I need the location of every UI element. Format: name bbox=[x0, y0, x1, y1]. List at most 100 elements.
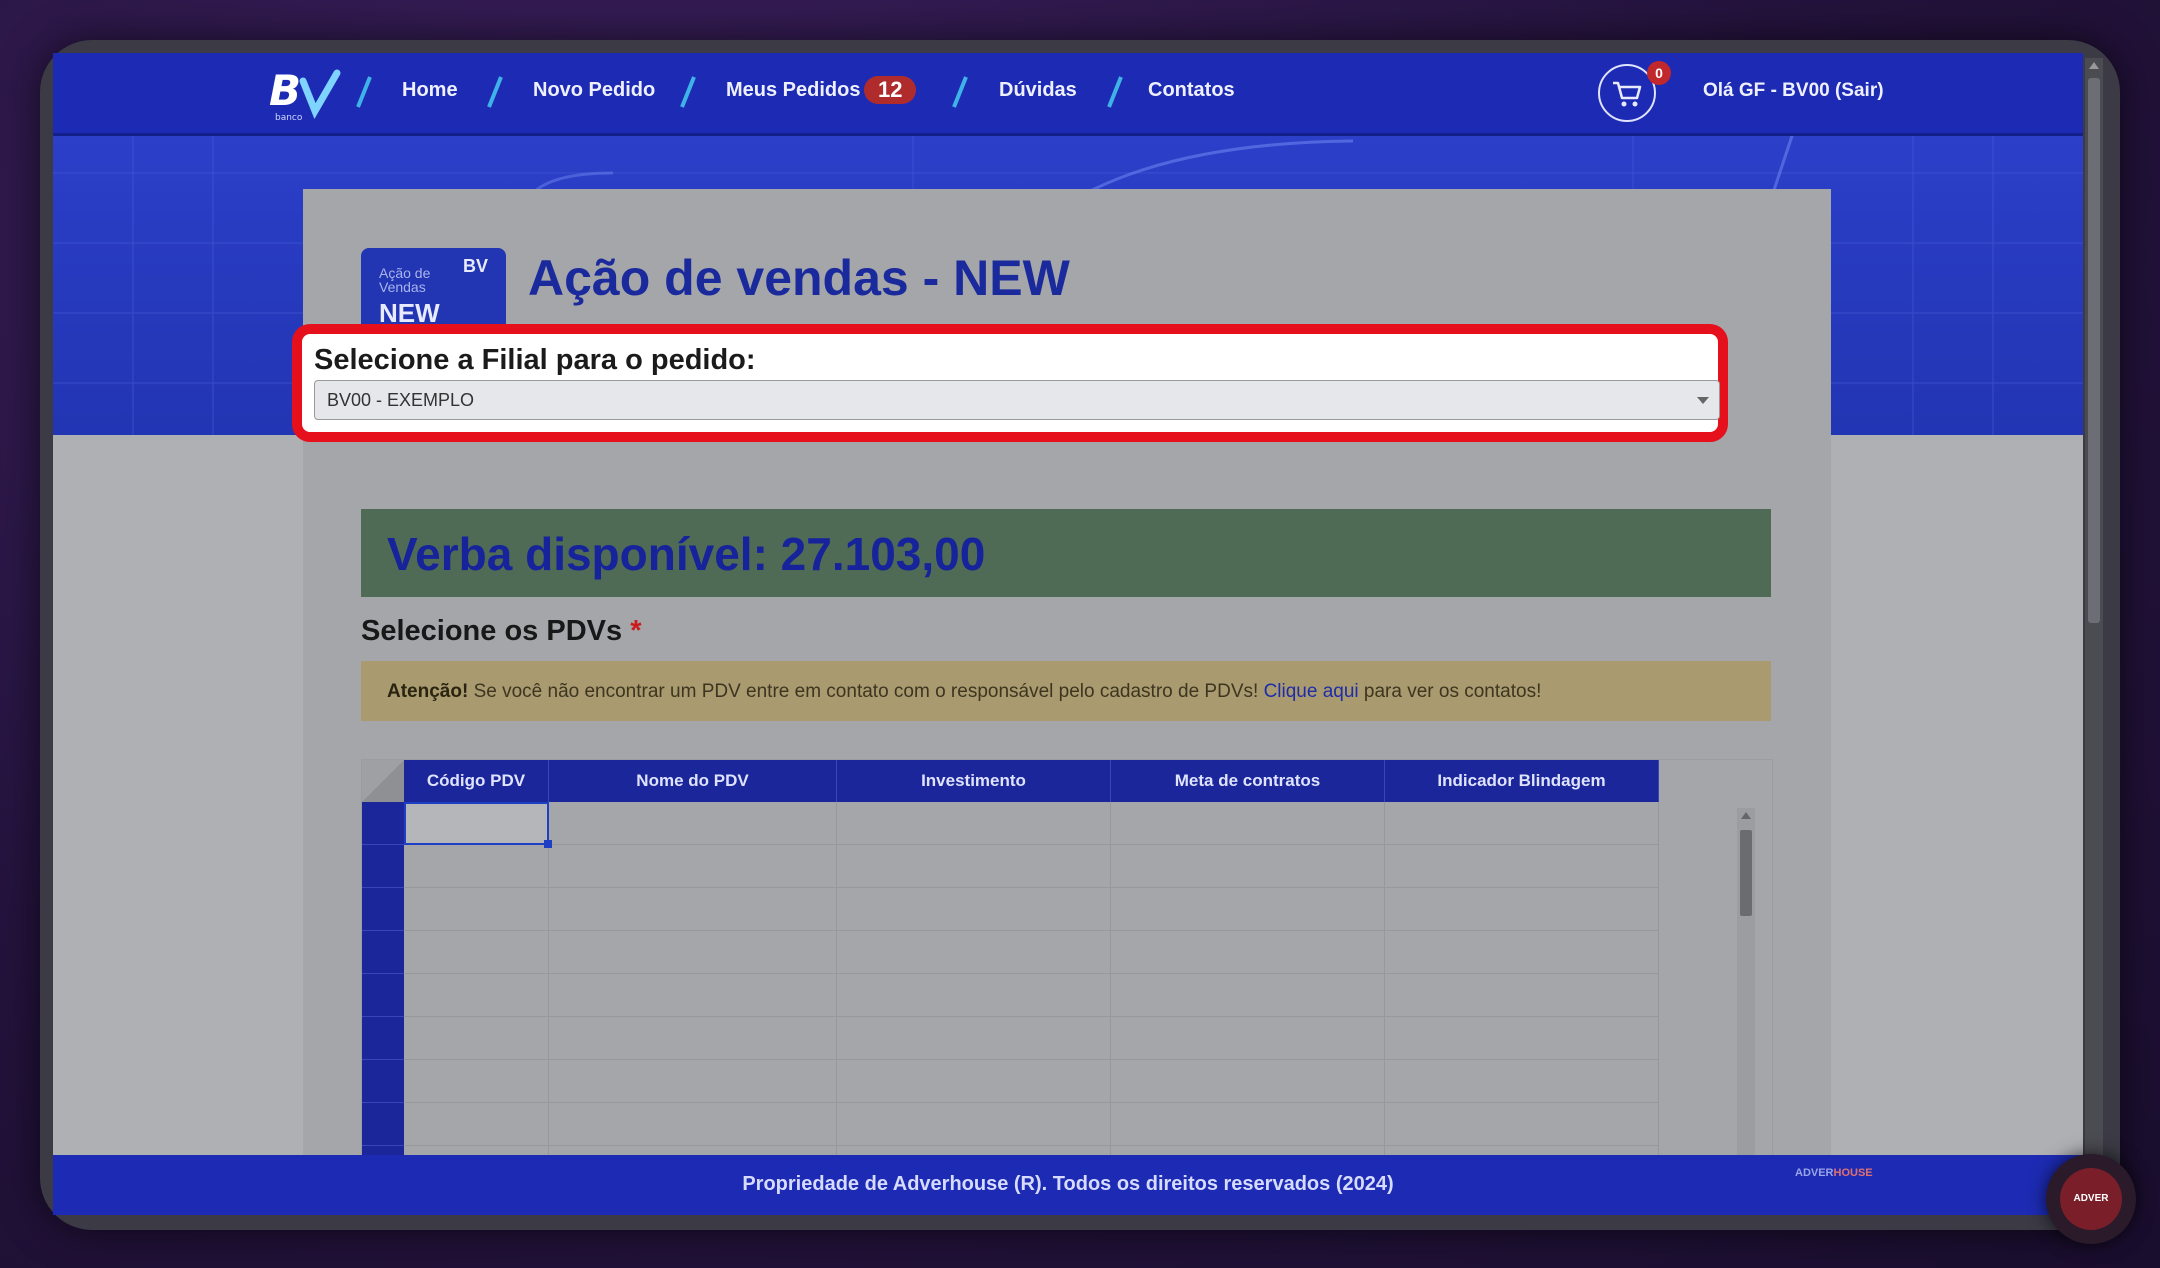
grid-cell[interactable] bbox=[1385, 1060, 1659, 1103]
page-scrollbar[interactable] bbox=[2085, 58, 2103, 1160]
grid-cell[interactable] bbox=[837, 1017, 1111, 1060]
branch-select-label: Selecione a Filial para o pedido: bbox=[314, 344, 756, 376]
col-header-indicador-blindagem[interactable]: Indicador Blindagem bbox=[1385, 760, 1659, 802]
grid-cell[interactable] bbox=[1385, 1103, 1659, 1146]
nav-duvidas[interactable]: Dúvidas bbox=[999, 79, 1077, 102]
adverhouse-footer-logo: ADVERHOUSE bbox=[1795, 1167, 1873, 1179]
grid-cell[interactable] bbox=[404, 888, 549, 931]
row-header[interactable] bbox=[362, 888, 404, 931]
grid-cell[interactable] bbox=[404, 974, 549, 1017]
grid-scrollbar[interactable] bbox=[1737, 808, 1755, 1180]
adverhouse-logo-icon: ADVER bbox=[2060, 1168, 2122, 1230]
col-header-investimento[interactable]: Investimento bbox=[837, 760, 1111, 802]
adverhouse-chat-button[interactable]: ADVER bbox=[2046, 1154, 2136, 1244]
grid-cell[interactable] bbox=[1111, 845, 1385, 888]
grid-cell[interactable] bbox=[404, 845, 549, 888]
nav-separator bbox=[952, 76, 968, 108]
grid-corner[interactable] bbox=[362, 760, 404, 802]
grid-cell[interactable] bbox=[837, 931, 1111, 974]
pdv-heading-text: Selecione os PDVs bbox=[361, 615, 623, 647]
grid-cell[interactable] bbox=[1385, 931, 1659, 974]
grid-cell[interactable] bbox=[837, 974, 1111, 1017]
branch-select-value: BV00 - EXEMPLO bbox=[327, 390, 475, 410]
contacts-link[interactable]: Clique aqui bbox=[1264, 681, 1359, 702]
grid-cell[interactable] bbox=[1111, 1060, 1385, 1103]
scroll-up-icon[interactable] bbox=[2089, 62, 2099, 69]
grid-cell[interactable] bbox=[1111, 974, 1385, 1017]
col-header-nome-pdv[interactable]: Nome do PDV bbox=[549, 760, 837, 802]
pdv-spreadsheet: Código PDV Nome do PDV Investimento Meta… bbox=[361, 759, 1773, 1181]
alert-text: Atenção! Se você não encontrar um PDV en… bbox=[387, 681, 1541, 703]
nav-contatos[interactable]: Contatos bbox=[1148, 79, 1235, 102]
grid-cell[interactable] bbox=[404, 802, 549, 845]
grid-cell[interactable] bbox=[1385, 888, 1659, 931]
grid-cell[interactable] bbox=[404, 1017, 549, 1060]
chevron-down-icon bbox=[1697, 397, 1709, 404]
nav-separator bbox=[356, 76, 372, 108]
grid-cell[interactable] bbox=[837, 845, 1111, 888]
svg-text:B: B bbox=[269, 66, 301, 115]
grid-cell[interactable] bbox=[549, 845, 837, 888]
grid-cell[interactable] bbox=[549, 1017, 837, 1060]
grid-cell[interactable] bbox=[549, 974, 837, 1017]
grid-scroll-up-icon[interactable] bbox=[1741, 812, 1751, 819]
row-header[interactable] bbox=[362, 1017, 404, 1060]
grid-cell[interactable] bbox=[1111, 888, 1385, 931]
nav-separator bbox=[1107, 76, 1123, 108]
grid-cell[interactable] bbox=[1111, 1103, 1385, 1146]
nav-home[interactable]: Home bbox=[402, 79, 458, 102]
page-scroll-thumb[interactable] bbox=[2088, 78, 2100, 623]
grid-cell[interactable] bbox=[404, 1103, 549, 1146]
footer: Propriedade de Adverhouse (R). Todos os … bbox=[53, 1155, 2083, 1215]
grid-cell[interactable] bbox=[1385, 845, 1659, 888]
alert-strong: Atenção! bbox=[387, 681, 469, 702]
grid-cell[interactable] bbox=[837, 1060, 1111, 1103]
cart-count-badge: 0 bbox=[1647, 61, 1671, 85]
grid-cell[interactable] bbox=[837, 1103, 1111, 1146]
nav-meus-pedidos[interactable]: Meus Pedidos bbox=[726, 79, 860, 102]
row-header[interactable] bbox=[362, 802, 404, 845]
grid-scroll-thumb[interactable] bbox=[1740, 830, 1752, 916]
campaign-badge-logo: BV bbox=[463, 256, 489, 276]
grid-cell[interactable] bbox=[1385, 802, 1659, 845]
nav-separator bbox=[680, 76, 696, 108]
grid-cell[interactable] bbox=[1111, 802, 1385, 845]
pdv-warning-alert: Atenção! Se você não encontrar um PDV en… bbox=[361, 661, 1771, 721]
row-header[interactable] bbox=[362, 1060, 404, 1103]
row-header[interactable] bbox=[362, 974, 404, 1017]
grid-cell[interactable] bbox=[1385, 974, 1659, 1017]
fill-handle[interactable] bbox=[544, 840, 552, 848]
nav-separator bbox=[487, 76, 503, 108]
branch-select-dropdown[interactable]: BV00 - EXEMPLO bbox=[314, 380, 1720, 420]
browser-viewport: B banco Home Novo Pedido Meus Pedidos 12… bbox=[53, 53, 2083, 1215]
grid-cell[interactable] bbox=[837, 802, 1111, 845]
grid-cell[interactable] bbox=[549, 931, 837, 974]
user-greeting-logout[interactable]: Olá GF - BV00 (Sair) bbox=[1703, 80, 1884, 102]
row-header[interactable] bbox=[362, 931, 404, 974]
footer-logo-a: ADVER bbox=[1795, 1167, 1834, 1179]
campaign-badge-small-text: Ação de Vendas bbox=[379, 265, 431, 295]
col-header-codigo-pdv[interactable]: Código PDV bbox=[404, 760, 549, 802]
grid-cell[interactable] bbox=[404, 931, 549, 974]
page-title: Ação de vendas - NEW bbox=[528, 250, 1070, 306]
grid-cell[interactable] bbox=[837, 888, 1111, 931]
row-header[interactable] bbox=[362, 845, 404, 888]
grid-cell[interactable] bbox=[1385, 1017, 1659, 1060]
grid-cell[interactable] bbox=[549, 888, 837, 931]
grid-cell[interactable] bbox=[549, 1060, 837, 1103]
grid-cell[interactable] bbox=[549, 802, 837, 845]
col-header-meta-contratos[interactable]: Meta de contratos bbox=[1111, 760, 1385, 802]
grid-cell[interactable] bbox=[549, 1103, 837, 1146]
grid-cell[interactable] bbox=[404, 1060, 549, 1103]
grid-cell[interactable] bbox=[1111, 931, 1385, 974]
available-budget-text: Verba disponível: 27.103,00 bbox=[387, 528, 986, 580]
footer-logo-b: HOUSE bbox=[1833, 1167, 1873, 1179]
top-navbar: B banco Home Novo Pedido Meus Pedidos 12… bbox=[53, 53, 2083, 136]
bv-logo[interactable]: B banco bbox=[267, 63, 347, 123]
nav-novo-pedido[interactable]: Novo Pedido bbox=[533, 79, 655, 102]
alert-after: para ver os contatos! bbox=[1358, 681, 1542, 702]
orders-count-badge: 12 bbox=[864, 76, 917, 104]
grid-cell[interactable] bbox=[1111, 1017, 1385, 1060]
row-header[interactable] bbox=[362, 1103, 404, 1146]
required-asterisk: * bbox=[630, 615, 642, 647]
